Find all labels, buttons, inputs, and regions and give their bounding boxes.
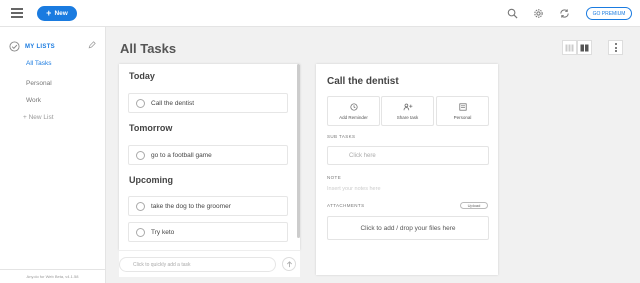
view-columns-button[interactable]: [562, 40, 577, 55]
share-task-button[interactable]: Share task: [381, 96, 434, 126]
task-checkbox[interactable]: [136, 227, 145, 237]
list-selector-label: Personal: [453, 114, 472, 120]
detail-task-title[interactable]: Call the dentist: [327, 76, 399, 87]
upload-button[interactable]: Upload: [460, 202, 488, 209]
task-label: take the dog to the groomer: [151, 202, 231, 210]
task-row[interactable]: Try keto: [128, 222, 288, 242]
arrow-up-icon: [286, 260, 292, 267]
hamburger-menu-icon[interactable]: [11, 8, 23, 18]
sidebar-item-all-tasks[interactable]: All Tasks: [26, 60, 52, 67]
share-task-label: Share task: [396, 114, 419, 120]
add-task-submit-button[interactable]: [282, 257, 296, 271]
add-task-input[interactable]: Click to quickly add a task: [119, 257, 276, 272]
group-title-tomorrow: Tomorrow: [129, 123, 173, 133]
clock-icon: [349, 102, 358, 111]
sidebar-item-personal[interactable]: Personal: [26, 80, 52, 87]
page-title: All Tasks: [120, 41, 177, 56]
my-lists-header[interactable]: MY LISTS: [9, 41, 55, 52]
my-lists-label: MY LISTS: [25, 43, 55, 50]
task-label: go to a football game: [151, 151, 212, 159]
view-split-button[interactable]: [577, 40, 592, 55]
subtask-input[interactable]: Click here: [327, 146, 489, 165]
pencil-icon[interactable]: [88, 41, 96, 49]
view-toggle: [562, 40, 592, 55]
task-row[interactable]: go to a football game: [128, 145, 288, 165]
task-label: Try keto: [151, 228, 175, 236]
subtasks-label: SUB TASKS: [327, 134, 356, 139]
add-reminder-label: Add Reminder: [339, 114, 368, 120]
group-title-today: Today: [129, 71, 155, 81]
plus-icon: +: [46, 8, 52, 18]
task-checkbox[interactable]: [136, 98, 145, 108]
task-row[interactable]: take the dog to the groomer: [128, 196, 288, 216]
gear-icon[interactable]: [533, 8, 544, 19]
version-footer: Any.do for Web Beta, v4.1.58: [0, 269, 105, 283]
attachments-label: ATTACHMENTS: [327, 203, 365, 208]
task-label: Call the dentist: [151, 99, 194, 107]
add-reminder-button[interactable]: Add Reminder: [327, 96, 380, 126]
more-options-icon[interactable]: [608, 40, 623, 55]
columns-icon: [565, 44, 574, 51]
list-selector-button[interactable]: Personal: [436, 96, 489, 126]
task-row[interactable]: Call the dentist: [128, 93, 288, 113]
list-icon: [458, 102, 467, 111]
task-list-scrollbar[interactable]: [297, 64, 300, 238]
note-input[interactable]: Insert your notes here: [327, 186, 381, 192]
note-label: NOTE: [327, 175, 342, 180]
go-premium-button[interactable]: GO PREMIUM: [586, 7, 632, 20]
task-checkbox[interactable]: [136, 150, 145, 160]
new-list-link[interactable]: + New List: [23, 114, 54, 121]
top-bar: + New GO PREMIUM: [0, 0, 640, 27]
sidebar: MY LISTS All Tasks Personal Work + New L…: [0, 27, 106, 283]
sync-icon[interactable]: [559, 8, 570, 19]
task-checkbox[interactable]: [136, 201, 145, 211]
share-people-icon: [403, 103, 412, 110]
file-dropzone[interactable]: Click to add / drop your files here: [327, 216, 489, 240]
split-view-icon: [580, 44, 589, 51]
search-icon[interactable]: [507, 8, 518, 19]
group-title-upcoming: Upcoming: [129, 175, 173, 185]
new-button[interactable]: + New: [37, 6, 77, 21]
new-button-label: New: [54, 10, 68, 17]
check-circle-icon: [9, 41, 20, 52]
sidebar-item-work[interactable]: Work: [26, 97, 41, 104]
